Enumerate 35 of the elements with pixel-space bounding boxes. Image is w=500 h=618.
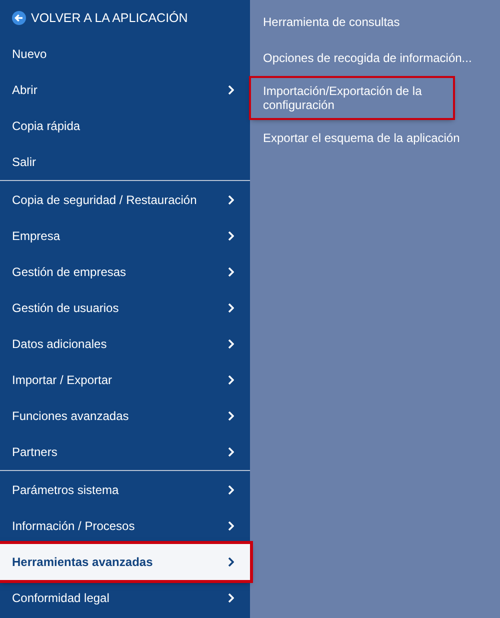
menu-item[interactable]: Conformidad legal — [0, 580, 250, 616]
menu-item[interactable]: Salir — [0, 144, 250, 180]
chevron-right-icon — [228, 267, 234, 277]
chevron-right-icon — [228, 485, 234, 495]
chevron-right-icon — [228, 85, 234, 95]
chevron-right-icon — [228, 339, 234, 349]
submenu-item[interactable]: Herramienta de consultas — [251, 6, 499, 38]
chevron-right-icon — [228, 447, 234, 457]
menu-item[interactable]: Datos adicionales — [0, 326, 250, 362]
menu-item[interactable]: Funciones avanzadas — [0, 398, 250, 434]
menu-item[interactable]: Empresa — [0, 218, 250, 254]
chevron-right-icon — [228, 195, 234, 205]
chevron-right-icon — [228, 411, 234, 421]
menu-item[interactable]: Información / Procesos — [0, 508, 250, 544]
menu-item[interactable]: Parámetros sistema — [0, 472, 250, 508]
menu-item[interactable]: Importar / Exportar — [0, 362, 250, 398]
chevron-right-icon — [228, 521, 234, 531]
back-link[interactable]: VOLVER A LA APLICACIÓN — [0, 0, 250, 36]
submenu-item[interactable]: Opciones de recogida de información... — [251, 42, 499, 74]
submenu-item[interactable]: Importación/Exportación de la configuración — [251, 78, 453, 118]
chevron-right-icon — [228, 231, 234, 241]
back-arrow-icon — [12, 11, 26, 25]
menu-item[interactable]: Copia rápida — [0, 108, 250, 144]
menu-item[interactable]: Copia de seguridad / Restauración — [0, 182, 250, 218]
chevron-right-icon — [228, 593, 234, 603]
menu-item[interactable]: Partners — [0, 434, 250, 470]
menu-item[interactable]: Nuevo — [0, 36, 250, 72]
chevron-right-icon — [228, 375, 234, 385]
chevron-right-icon — [228, 303, 234, 313]
submenu-item[interactable]: Exportar el esquema de la aplicación — [251, 122, 499, 154]
menu-item[interactable]: Gestión de usuarios — [0, 290, 250, 326]
menu-item[interactable]: Gestión de empresas — [0, 254, 250, 290]
menu-item[interactable]: Herramientas avanzadas — [0, 544, 250, 580]
menu-item[interactable]: Abrir — [0, 72, 250, 108]
chevron-right-icon — [228, 557, 234, 567]
